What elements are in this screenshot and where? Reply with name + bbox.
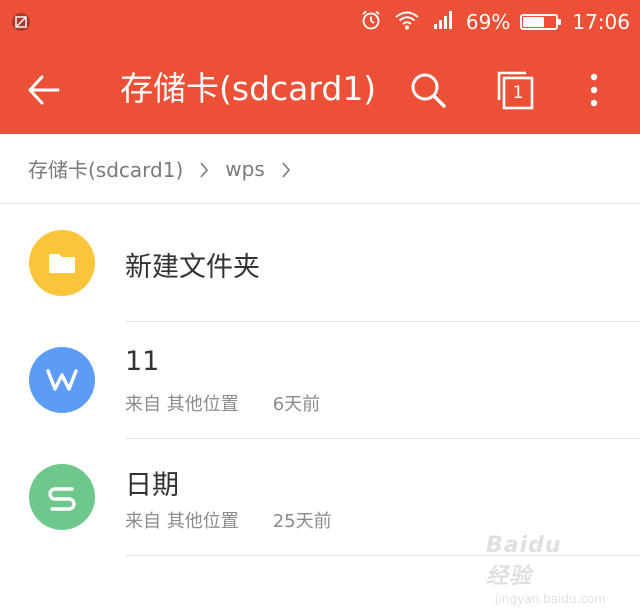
more-icon[interactable] <box>574 68 614 112</box>
watermark-logo: Baidu经验 jingyan.baidu.com <box>486 533 606 606</box>
battery-icon <box>520 14 562 30</box>
tabs-icon[interactable]: 1 <box>494 68 538 112</box>
wps-writer-icon <box>29 347 95 413</box>
watermark-brand: Baidu经验 <box>486 533 562 589</box>
file-name: 11 <box>125 346 160 377</box>
search-icon[interactable] <box>406 68 450 112</box>
back-arrow-icon[interactable] <box>22 68 66 112</box>
wifi-icon <box>394 9 420 35</box>
app-toolbar: 存储卡(sdcard1) 1 <box>0 44 640 134</box>
breadcrumb-item-sdcard[interactable]: 存储卡(sdcard1) <box>28 154 183 183</box>
battery-percent: 69% <box>465 10 511 34</box>
screenshot-icon <box>12 13 30 31</box>
status-time: 17:06 <box>572 10 630 34</box>
file-name: 新建文件夹 <box>125 252 260 283</box>
watermark-url: jingyan.baidu.com <box>495 592 606 606</box>
list-item-folder[interactable]: 新建文件夹 <box>0 205 640 322</box>
file-meta: 来自 其他位置 25天前 <box>125 507 332 533</box>
tabs-count: 1 <box>512 83 524 103</box>
file-date: 25天前 <box>272 511 332 532</box>
status-bar: 69% 17:06 <box>0 0 640 44</box>
chevron-right-icon <box>281 160 291 178</box>
file-list: 新建文件夹 11 来自 其他位置 6天前 日期 来自 其他位置 25天前 <box>0 205 640 556</box>
battery-level-fill <box>523 17 545 27</box>
alarm-icon <box>360 9 382 35</box>
file-meta: 来自 其他位置 6天前 <box>125 390 320 416</box>
folder-icon <box>29 230 95 296</box>
page-title: 存储卡(sdcard1) <box>120 69 377 108</box>
file-name: 日期 <box>125 470 179 501</box>
file-source: 来自 其他位置 <box>125 394 239 415</box>
file-date: 6天前 <box>272 394 321 415</box>
chevron-right-icon <box>199 160 209 178</box>
wps-spreadsheet-icon <box>29 464 95 530</box>
breadcrumb: 存储卡(sdcard1) wps <box>0 134 640 204</box>
list-item-document[interactable]: 11 来自 其他位置 6天前 <box>0 322 640 439</box>
signal-icon <box>432 9 454 35</box>
file-source: 来自 其他位置 <box>125 511 239 532</box>
breadcrumb-item-wps[interactable]: wps <box>225 157 264 181</box>
